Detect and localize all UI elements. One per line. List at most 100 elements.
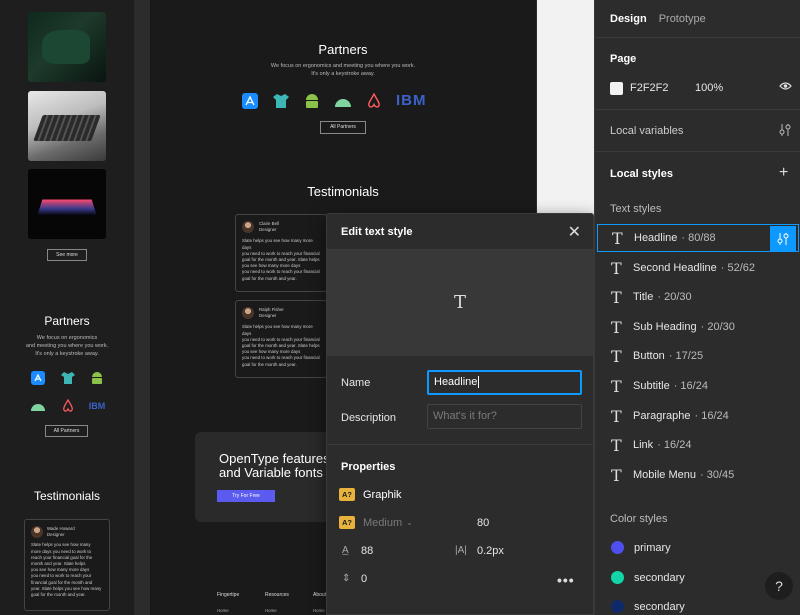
android-icon	[89, 370, 105, 386]
footer-link-home[interactable]: Home	[217, 608, 229, 613]
testimonials-title: Testimonials	[307, 184, 379, 199]
text-style-icon: T	[612, 228, 623, 248]
color-style-secondary[interactable]: secondary	[611, 571, 685, 584]
partners-title: Partners	[44, 314, 90, 328]
missing-font-icon: A?	[339, 516, 355, 529]
page-color-swatch[interactable]	[610, 82, 623, 95]
text-style-icon: T	[611, 406, 622, 426]
add-style-icon[interactable]: +	[779, 164, 788, 182]
testimonial-card: Ralph Fisher Designer Slate helps you se…	[235, 300, 327, 378]
local-variables-title[interactable]: Local variables	[610, 125, 683, 137]
partner-logos: IBM	[242, 92, 427, 109]
try-for-free-button[interactable]: Try For Free	[217, 490, 275, 502]
properties-panel: Design Prototype Page F2F2F2 100% Local …	[594, 0, 800, 615]
text-style-link[interactable]: T Link · 16/24	[595, 431, 800, 459]
thumbnail-image-dark-laptop[interactable]	[28, 169, 106, 239]
testimonial-role: Designer	[259, 227, 277, 233]
footer-col-fingertipe: Fingertipe	[217, 592, 240, 598]
font-family-value[interactable]: Graphik	[363, 489, 402, 501]
partner-logos: IBM	[30, 370, 105, 426]
tab-design[interactable]: Design	[610, 13, 647, 25]
eye-icon[interactable]	[779, 80, 792, 94]
text-style-mobile-menu[interactable]: T Mobile Menu · 30/45	[595, 461, 800, 489]
app-store-icon	[30, 370, 46, 386]
chevron-down-icon[interactable]: ⌄	[406, 518, 413, 527]
close-icon[interactable]: ✕	[568, 222, 581, 242]
font-weight-value[interactable]: Medium	[363, 517, 402, 529]
description-input[interactable]: What's it for?	[427, 404, 582, 429]
banner-line-1: OpenType features	[219, 451, 330, 466]
footer-link-home[interactable]: Home	[313, 608, 325, 613]
android-icon	[306, 93, 318, 108]
text-styles-title: Text styles	[610, 203, 662, 215]
font-size-input[interactable]: 80	[477, 517, 489, 529]
thumbnail-image-laptop[interactable]	[28, 91, 106, 161]
dome-icon	[30, 398, 46, 414]
text-style-button[interactable]: T Button · 17/25	[595, 342, 800, 370]
description-label: Description	[341, 412, 397, 424]
text-style-headline[interactable]: T Headline · 80/88	[597, 224, 799, 252]
see-more-button[interactable]: See more	[47, 249, 87, 261]
properties-label: Properties	[341, 461, 396, 473]
color-styles-title: Color styles	[610, 513, 668, 525]
text-style-icon: T	[611, 465, 622, 485]
text-style-second-headline[interactable]: T Second Headline · 52/62	[595, 254, 800, 282]
page-color-value[interactable]: F2F2F2	[630, 82, 669, 94]
pages-thumbnail-strip: See more Partners We focus on ergonomics…	[0, 0, 134, 615]
text-style-subtitle[interactable]: T Subtitle · 16/24	[595, 372, 800, 400]
partners-title: Partners	[318, 42, 368, 57]
testimonial-text: Slate helps you see how many more days y…	[242, 324, 320, 367]
edit-style-icon[interactable]	[770, 226, 796, 252]
text-style-paragraphe[interactable]: T Paragraphe · 16/24	[595, 402, 800, 430]
testimonial-text: Slate helps you see how many more days y…	[242, 238, 320, 281]
help-button[interactable]: ?	[765, 572, 793, 600]
shirt-icon	[60, 370, 76, 386]
ibm-logo: IBM	[88, 401, 106, 411]
paragraph-spacing-input[interactable]: 0	[361, 573, 367, 585]
text-style-icon: T	[611, 317, 622, 337]
variables-settings-icon[interactable]	[779, 123, 791, 140]
testimonial-text: Slate helps you see how many more days y…	[31, 542, 102, 598]
page-section-title: Page	[610, 53, 637, 65]
app-store-icon	[242, 92, 258, 109]
panel-tabs: Design Prototype	[595, 0, 800, 38]
letter-spacing-icon: |A|	[455, 545, 467, 556]
name-input[interactable]: Headline	[427, 370, 582, 395]
text-style-sub-heading[interactable]: T Sub Heading · 20/30	[595, 313, 800, 341]
color-swatch	[611, 541, 624, 554]
color-style-primary[interactable]: primary	[611, 541, 671, 554]
dialog-title: Edit text style	[341, 225, 413, 238]
footer-col-about: About	[313, 592, 327, 598]
color-style-secondary-dark[interactable]: secondary	[611, 600, 685, 613]
name-label: Name	[341, 377, 371, 389]
more-options-icon[interactable]: •••	[557, 572, 575, 588]
local-styles-title: Local styles	[610, 168, 673, 180]
footer-link-home[interactable]: Home	[265, 608, 277, 613]
paragraph-spacing-icon: ⇕	[342, 573, 351, 584]
dialog-header: Edit text style ✕	[327, 214, 593, 250]
testimonial-card: Wade Howard Designer Slate helps you see…	[24, 519, 110, 611]
footer-col-resources: Resources	[265, 592, 289, 598]
preview-glyph: T	[453, 292, 466, 313]
dome-icon	[335, 98, 351, 107]
text-style-title[interactable]: T Title · 20/30	[595, 283, 800, 311]
divider	[327, 444, 593, 445]
thumbnail-image-green[interactable]	[28, 12, 106, 82]
font-weight-row[interactable]: A? Medium ⌄	[339, 516, 413, 529]
shirt-icon	[273, 93, 289, 108]
letter-spacing-input[interactable]: 0.2px	[477, 545, 504, 557]
text-style-icon: T	[611, 435, 622, 455]
tab-prototype[interactable]: Prototype	[659, 13, 706, 25]
avatar	[242, 221, 254, 234]
font-family-row[interactable]: A? Graphik	[339, 488, 402, 501]
line-height-icon: A̲	[342, 545, 349, 556]
line-height-input[interactable]: 88	[361, 545, 373, 557]
testimonial-role: Designer	[47, 532, 65, 538]
text-style-icon: T	[611, 287, 622, 307]
text-style-preview: T	[327, 250, 593, 356]
banner-line-2: and Variable fonts	[219, 465, 323, 480]
divider	[595, 109, 800, 110]
page-opacity-value[interactable]: 100%	[695, 82, 723, 94]
all-partners-button[interactable]: All Partners	[320, 121, 366, 134]
all-partners-button[interactable]: All Partners	[45, 425, 88, 437]
